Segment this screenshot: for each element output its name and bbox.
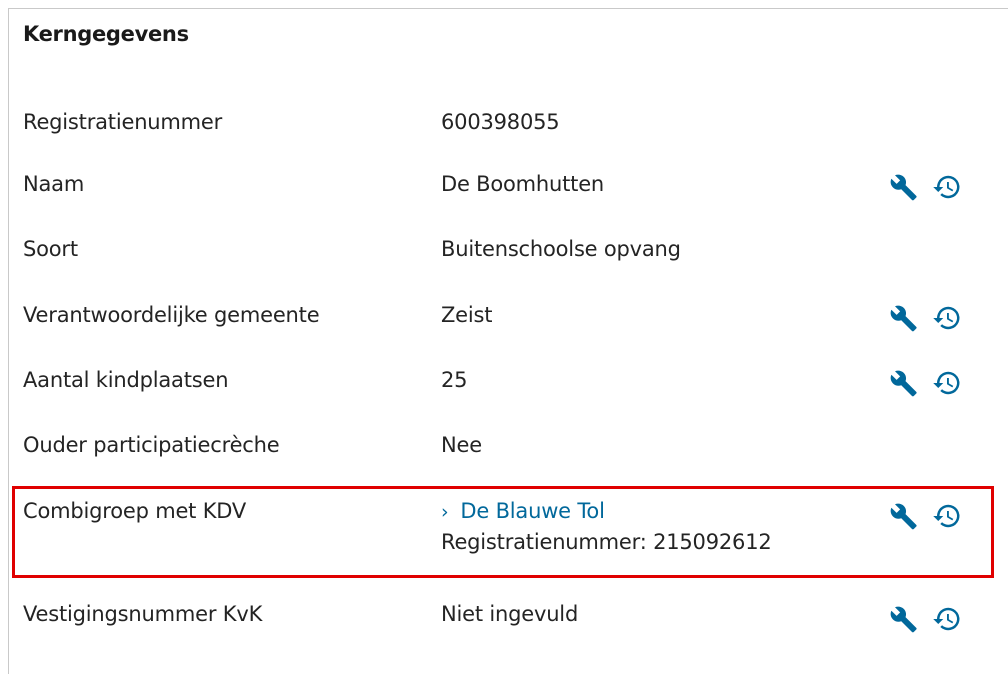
row-label: Ouder participatiecrèche <box>23 433 280 457</box>
row-actions <box>888 501 968 531</box>
row-value: De Boomhutten <box>441 172 605 196</box>
history-icon[interactable] <box>932 172 962 202</box>
wrench-icon[interactable] <box>888 368 918 398</box>
history-icon[interactable] <box>932 501 962 531</box>
row-value: Niet ingevuld <box>441 602 579 626</box>
section-title: Kerngegevens <box>23 22 189 46</box>
row-value: 600398055 <box>441 110 560 134</box>
row-label: Verantwoordelijke gemeente <box>23 303 320 327</box>
row-label: Naam <box>23 172 85 196</box>
row-actions <box>888 172 968 202</box>
row-value: Zeist <box>441 303 493 327</box>
history-icon[interactable] <box>932 303 962 333</box>
combigroep-link[interactable]: › De Blauwe Tol <box>441 499 772 523</box>
history-icon[interactable] <box>932 604 962 634</box>
row-actions <box>888 303 968 333</box>
row-value: Nee <box>441 433 482 457</box>
row-label: Aantal kindplaatsen <box>23 368 229 392</box>
combigroep-registratienummer: Registratienummer: 215092612 <box>441 530 772 554</box>
wrench-icon[interactable] <box>888 172 918 202</box>
row-label: Registratienummer <box>23 110 223 134</box>
history-icon[interactable] <box>932 368 962 398</box>
wrench-icon[interactable] <box>888 604 918 634</box>
wrench-icon[interactable] <box>888 303 918 333</box>
row-label: Soort <box>23 237 78 261</box>
combigroep-link-label: De Blauwe Tol <box>460 499 605 523</box>
row-actions <box>888 604 968 634</box>
row-actions <box>888 368 968 398</box>
chevron-right-icon: › <box>441 501 449 523</box>
row-value: Buitenschoolse opvang <box>441 237 681 261</box>
row-label: Combigroep met KDV <box>23 499 247 523</box>
row-value: 25 <box>441 368 468 392</box>
row-label: Vestigingsnummer KvK <box>23 602 263 626</box>
row-value: › De Blauwe Tol Registratienummer: 215092… <box>441 499 772 554</box>
wrench-icon[interactable] <box>888 501 918 531</box>
